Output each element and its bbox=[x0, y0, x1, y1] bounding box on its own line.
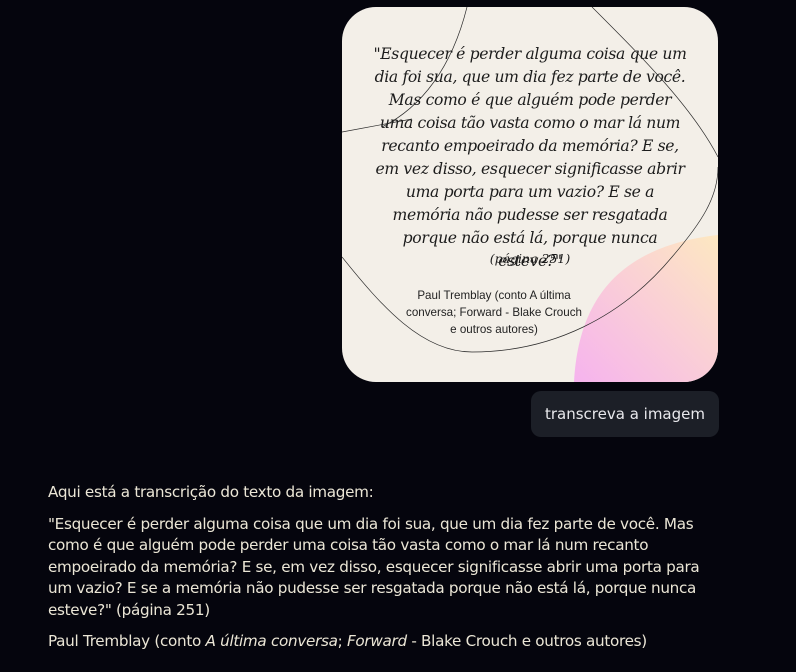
author-prefix: Paul Tremblay (conto bbox=[48, 632, 206, 650]
image-page-number: (página 251) bbox=[489, 251, 571, 266]
assistant-author: Paul Tremblay (conto A última conversa; … bbox=[48, 631, 738, 653]
chat-window: "Esquecer é perder alguma coisa que um d… bbox=[0, 0, 796, 672]
assistant-intro: Aqui está a transcrição do texto da imag… bbox=[48, 483, 374, 501]
assistant-quote: "Esquecer é perder alguma coisa que um d… bbox=[48, 514, 700, 619]
image-quote-text: "Esquecer é perder alguma coisa que um d… bbox=[373, 45, 687, 270]
user-message-text: transcreva a imagem bbox=[544, 405, 705, 423]
uploaded-image[interactable]: "Esquecer é perder alguma coisa que um d… bbox=[342, 7, 718, 382]
image-author: Paul Tremblay (conto A última conversa; … bbox=[406, 289, 582, 336]
author-title: A última conversa bbox=[205, 632, 338, 650]
user-message-bubble: transcreva a imagem bbox=[530, 391, 719, 437]
author-suffix: - Blake Crouch e outros autores) bbox=[406, 632, 647, 650]
assistant-message: Aqui está a transcrição do texto da imag… bbox=[48, 482, 738, 663]
author-book: Forward bbox=[347, 632, 407, 650]
author-separator: ; bbox=[337, 632, 347, 650]
